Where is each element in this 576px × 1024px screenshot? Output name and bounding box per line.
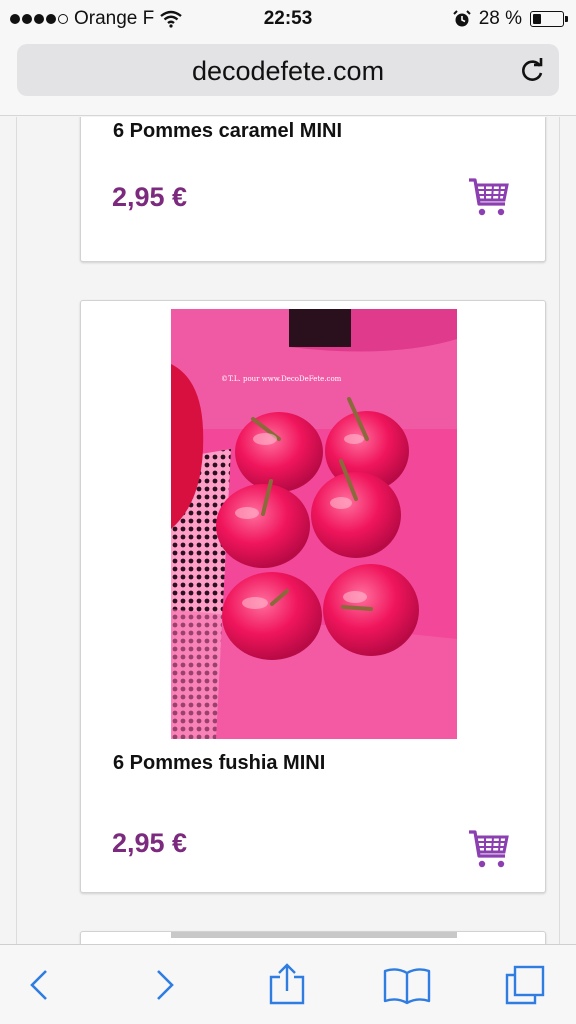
url-text[interactable]: decodefete.com [17, 56, 559, 87]
reload-icon[interactable] [519, 56, 547, 84]
product-price: 2,95 € [112, 182, 188, 212]
back-icon[interactable] [18, 963, 62, 1007]
product-title[interactable]: 6 Pommes fushia MINI [113, 752, 325, 775]
battery-icon [530, 11, 568, 27]
bookmarks-icon[interactable] [382, 963, 432, 1007]
product-price: 2,95 € [112, 828, 188, 858]
cart-icon[interactable] [467, 828, 511, 870]
tabs-icon[interactable] [503, 963, 547, 1007]
product-card[interactable]: 6 Pommes caramel MINI 2,95 € [80, 117, 546, 262]
status-right: 28 % [452, 8, 568, 30]
product-image[interactable] [171, 932, 457, 938]
url-field[interactable]: decodefete.com [17, 44, 559, 96]
product-card[interactable] [80, 931, 546, 944]
cart-icon[interactable] [467, 176, 511, 218]
page-content[interactable]: 6 Pommes caramel MINI 2,95 € ©T.L. pour … [0, 117, 576, 944]
product-title[interactable]: 6 Pommes caramel MINI [113, 120, 342, 143]
right-border [559, 117, 560, 944]
forward-icon[interactable] [142, 963, 186, 1007]
product-card[interactable]: ©T.L. pour www.DecoDeFete.com 6 Pommes f… [80, 300, 546, 893]
browser-address-bar: decodefete.com [0, 38, 576, 116]
share-icon[interactable] [265, 963, 309, 1007]
status-bar: Orange F 22:53 28 % [0, 0, 576, 38]
battery-percent: 28 % [478, 8, 522, 29]
product-image[interactable]: ©T.L. pour www.DecoDeFete.com [171, 309, 457, 739]
image-watermark: ©T.L. pour www.DecoDeFete.com [221, 375, 342, 383]
browser-toolbar [0, 944, 576, 1024]
left-border [16, 117, 17, 944]
alarm-icon [452, 10, 471, 27]
